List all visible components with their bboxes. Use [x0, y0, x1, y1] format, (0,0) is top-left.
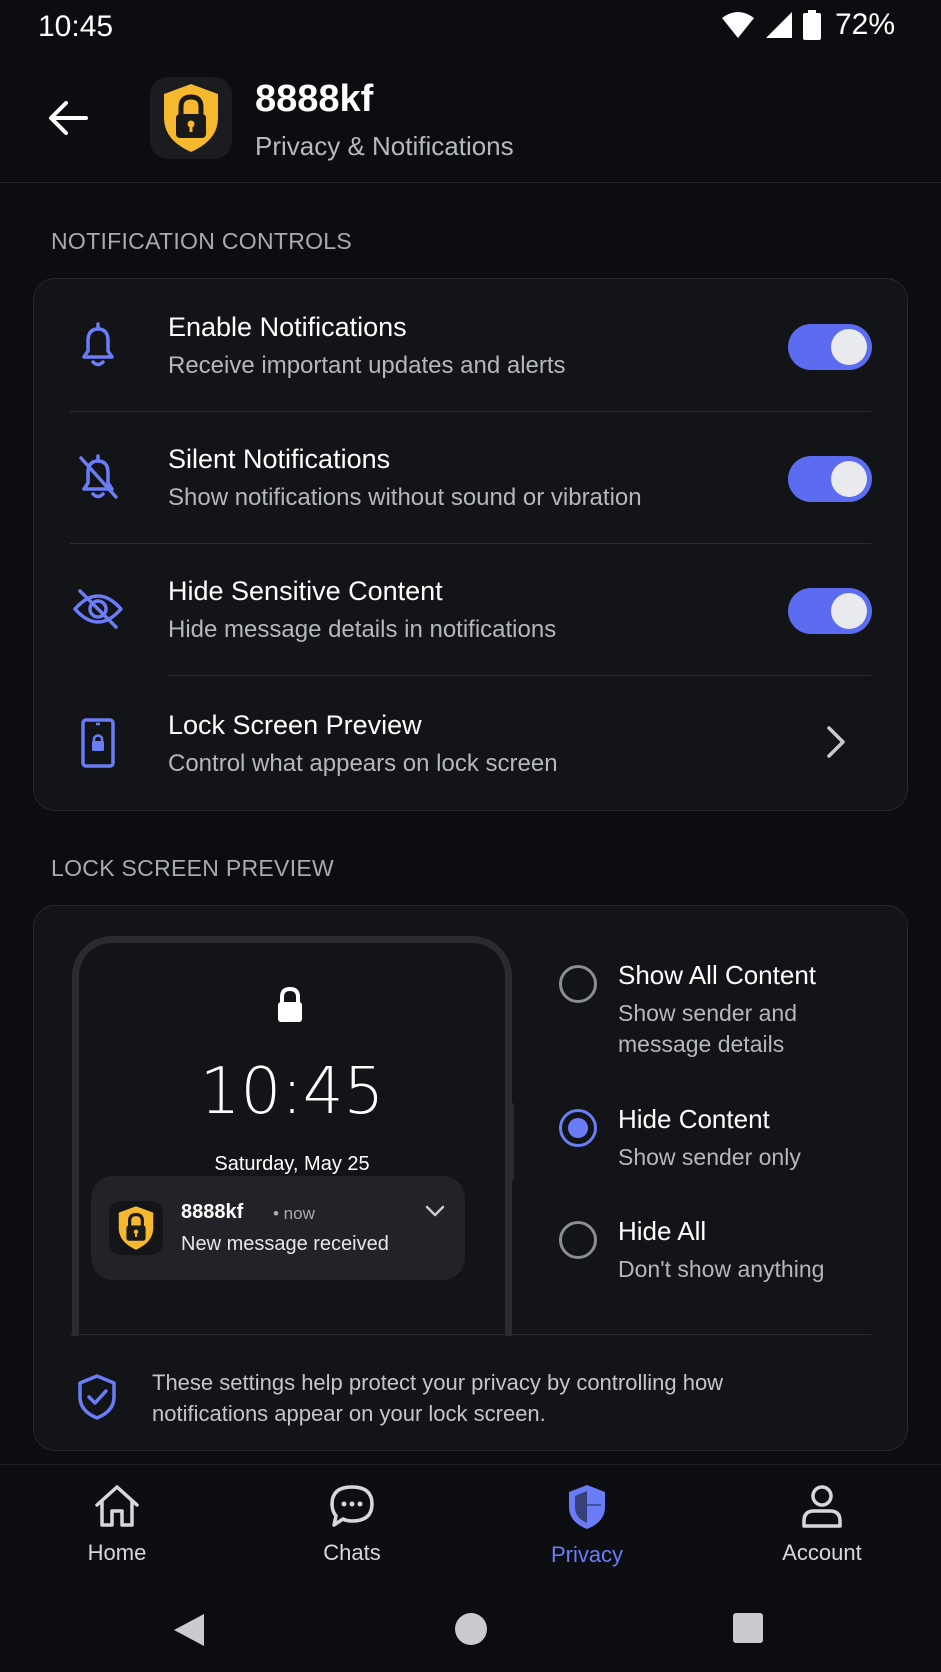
nav-account[interactable]: Account: [752, 1483, 892, 1566]
chat-icon: [330, 1485, 374, 1527]
toggle-knob: [831, 329, 867, 365]
app-icon: [150, 77, 232, 159]
notification-time: • now: [273, 1204, 315, 1223]
eye-off-icon: [72, 583, 124, 635]
option-title: Hide All: [618, 1216, 707, 1246]
system-navigation-bar: [0, 1584, 941, 1672]
phone-lock-icon: [72, 717, 124, 769]
option-description: Show sender and message details: [618, 1000, 798, 1057]
lock-screen-time: 10:45: [199, 1055, 385, 1129]
nav-privacy[interactable]: Privacy: [517, 1483, 657, 1568]
back-button[interactable]: [42, 92, 94, 144]
phone-side-button: [508, 1102, 514, 1182]
system-back-button[interactable]: [172, 1612, 206, 1653]
option-hide-content[interactable]: Hide Content Show sender only: [559, 1104, 889, 1174]
option-hide-all[interactable]: Hide All Don't show anything: [559, 1216, 889, 1286]
row-lock-screen-preview[interactable]: Lock Screen Preview Control what appears…: [34, 677, 907, 809]
toggle-knob: [831, 461, 867, 497]
lock-icon: [278, 987, 302, 1022]
nav-label: Privacy: [550, 1542, 624, 1567]
lock-screen-preview-card: 10:45 Saturday, May 25 8888kf • now New …: [33, 905, 908, 1451]
card-divider: [70, 1334, 871, 1335]
bell-off-icon: [72, 451, 124, 503]
chevron-down-icon: [425, 1204, 445, 1223]
square-recents-icon: [733, 1613, 763, 1643]
row-description: Show notifications without sound or vibr…: [168, 484, 642, 511]
row-description: Control what appears on lock screen: [168, 750, 558, 777]
lock-screen-date: Saturday, May 25: [214, 1153, 370, 1175]
padlock-shield-icon: [118, 1206, 154, 1250]
row-divider: [168, 675, 871, 676]
page-subtitle: Privacy & Notifications: [255, 131, 514, 161]
row-title: Hide Sensitive Content: [168, 576, 443, 606]
system-home-button[interactable]: [454, 1612, 488, 1651]
privacy-info-text: These settings help protect your privacy…: [152, 1370, 724, 1426]
wifi-icon: [721, 12, 754, 38]
status-icons: 72%: [721, 8, 895, 42]
option-title: Hide Content: [618, 1104, 770, 1134]
row-enable-notifications[interactable]: Enable Notifications Receive important u…: [34, 279, 907, 411]
option-show-all-content[interactable]: Show All Content Show sender and message…: [559, 960, 889, 1060]
nav-label: Account: [782, 1540, 862, 1565]
battery-percent: 72%: [834, 8, 895, 41]
enable-notifications-toggle[interactable]: [788, 324, 872, 370]
toggle-knob: [831, 593, 867, 629]
option-title: Show All Content: [618, 960, 817, 990]
header-divider: [0, 182, 941, 183]
nav-label: Home: [87, 1540, 147, 1565]
back-arrow-icon: [49, 101, 88, 135]
nav-home[interactable]: Home: [47, 1483, 187, 1566]
shield-check-icon: [78, 1374, 116, 1420]
radio-button[interactable]: [559, 965, 597, 1003]
nav-chats[interactable]: Chats: [282, 1483, 422, 1566]
system-recents-button[interactable]: [732, 1612, 764, 1649]
option-description: Don't show anything: [618, 1256, 825, 1282]
app-name: 8888kf: [255, 78, 374, 120]
option-description: Show sender only: [618, 1144, 801, 1170]
row-description: Receive important updates and alerts: [168, 352, 566, 379]
silent-notifications-toggle[interactable]: [788, 456, 872, 502]
phone-mockup: 10:45 Saturday, May 25 8888kf • now New …: [72, 936, 512, 1336]
person-icon: [802, 1485, 842, 1528]
row-silent-notifications[interactable]: Silent Notifications Show notifications …: [34, 411, 907, 543]
section-label-lock-screen-preview: LOCK SCREEN PREVIEW: [51, 855, 335, 881]
notification-app-name: 8888kf: [181, 1201, 244, 1223]
notification-controls-card: Enable Notifications Receive important u…: [33, 278, 908, 811]
row-description: Hide message details in notifications: [168, 616, 557, 643]
notification-preview: 8888kf • now New message received: [91, 1176, 465, 1280]
row-hide-sensitive-content[interactable]: Hide Sensitive Content Hide message deta…: [34, 543, 907, 675]
status-time: 10:45: [38, 10, 114, 43]
hide-sensitive-content-toggle[interactable]: [788, 588, 872, 634]
battery-icon: [802, 10, 821, 40]
notification-message: New message received: [181, 1233, 389, 1255]
shield-icon: [569, 1485, 605, 1529]
home-icon: [95, 1485, 139, 1527]
signal-icon: [765, 12, 792, 38]
circle-home-icon: [455, 1613, 487, 1645]
bottom-navigation: Home Chats Privacy Account: [0, 1464, 941, 1584]
section-label-notification-controls: NOTIFICATION CONTROLS: [51, 228, 353, 254]
triangle-back-icon: [174, 1614, 204, 1646]
nav-label: Chats: [323, 1540, 381, 1565]
notification-app-icon: [109, 1201, 163, 1255]
bell-icon: [72, 319, 124, 371]
row-title: Silent Notifications: [168, 444, 391, 474]
padlock-shield-icon: [164, 84, 218, 152]
row-title: Enable Notifications: [168, 312, 407, 342]
radio-button-selected[interactable]: [559, 1109, 597, 1147]
radio-button[interactable]: [559, 1221, 597, 1259]
chevron-right-icon[interactable]: [825, 725, 847, 764]
row-title: Lock Screen Preview: [168, 710, 422, 740]
